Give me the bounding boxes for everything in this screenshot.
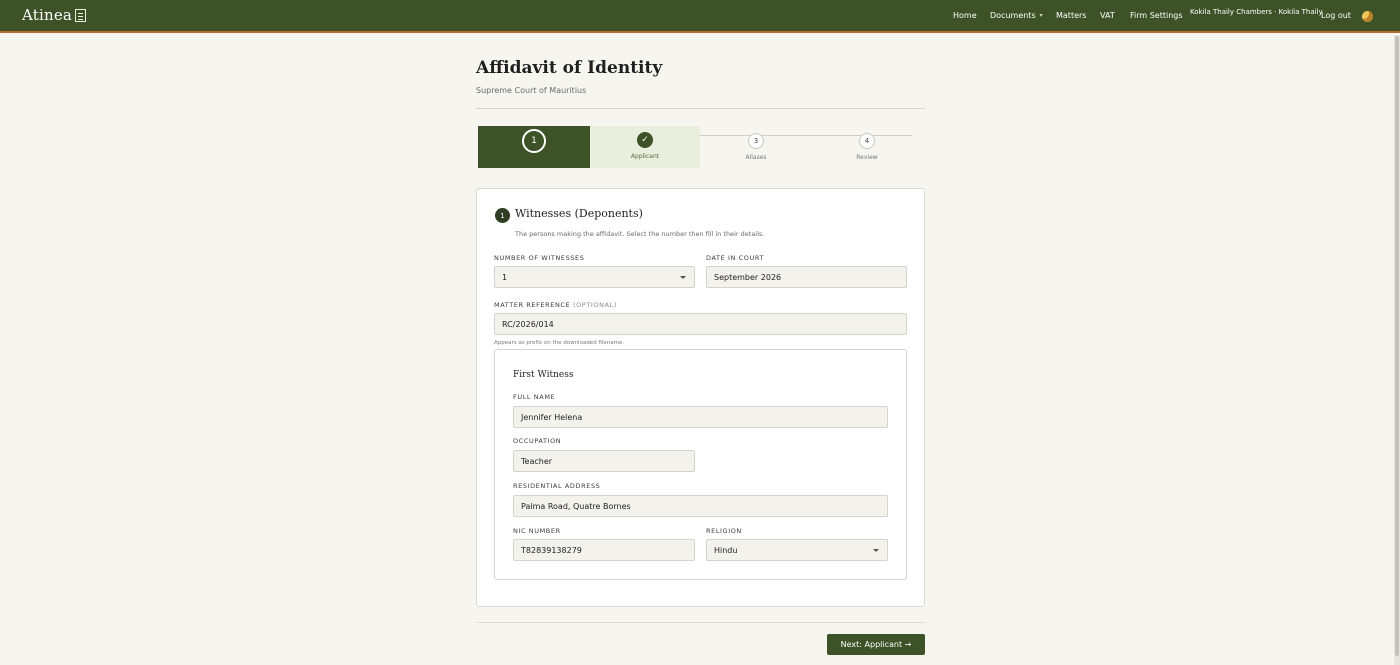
heading-divider [476,108,925,109]
step-1-witnesses[interactable]: 1 [478,126,590,168]
step-4-number[interactable]: 4 [859,133,875,149]
residential-address-input[interactable]: Palma Road, Quatre Bornes [513,495,888,517]
matter-reference-hint: Appears as prefix on the downloaded file… [494,340,625,346]
religion-select[interactable]: Hindu [706,539,888,561]
top-navigation-bar: Atinea Home Documents ▾ Matters VAT Firm … [0,0,1400,33]
logout-link[interactable]: Log out [1321,0,1351,31]
step-1-number: 1 [522,129,546,153]
step-2-label: Applicant [630,153,660,160]
witness-count-select[interactable]: 1 [494,266,695,288]
nav-firm-settings[interactable]: Firm Settings [1130,0,1183,31]
date-in-court-label: Date in Court [706,254,765,262]
nav-matters[interactable]: Matters [1056,0,1086,31]
nic-number-label: NIC Number [513,527,561,535]
next-applicant-button[interactable]: Next: Applicant → [827,634,925,655]
nav-vat[interactable]: VAT [1100,0,1115,31]
account-name: Kokila Thaily Chambers · Kokila Thaily [1190,7,1323,16]
step-4-label: Review [856,154,878,161]
witness-count-label: Number of Witnesses [494,254,585,262]
section-number-badge: 1 [495,208,510,223]
logo-book-icon [75,8,87,22]
full-name-input[interactable]: Jennifer Helena [513,406,888,428]
nic-number-input[interactable]: T82839138279 [513,539,695,561]
full-name-label: Full Name [513,393,556,401]
date-in-court-input[interactable]: September 2026 [706,266,907,288]
stepper-connector [700,135,912,136]
religion-label: Religion [706,527,742,535]
check-icon: ✓ [637,132,653,148]
section-title: Witnesses (Deponents) [515,207,643,220]
occupation-input[interactable]: Teacher [513,450,695,472]
dark-mode-moon-icon[interactable] [1362,11,1373,22]
footer-divider [476,622,925,623]
occupation-label: Occupation [513,437,562,445]
nav-documents[interactable]: Documents ▾ [990,0,1043,31]
scrollbar-thumb[interactable] [1395,36,1399,656]
nav-home[interactable]: Home [953,0,977,31]
logo-text: Atinea [22,6,73,24]
residential-address-label: Residential Address [513,482,601,490]
matter-reference-label: Matter Reference (Optional) [494,301,617,309]
page-subtitle: Supreme Court of Mauritius [476,86,587,95]
page-title: Affidavit of Identity [476,58,663,78]
step-3-number[interactable]: 3 [748,133,764,149]
app-logo[interactable]: Atinea [22,6,87,24]
matter-reference-input[interactable]: RC/2026/014 [494,313,907,335]
section-description: The persons making the affidavit. Select… [515,230,765,238]
step-2-applicant[interactable]: ✓ Applicant [590,126,700,168]
witness-card-title: First Witness [513,370,574,380]
chevron-down-icon: ▾ [1039,12,1043,19]
step-3-label: Aliases [745,154,767,161]
